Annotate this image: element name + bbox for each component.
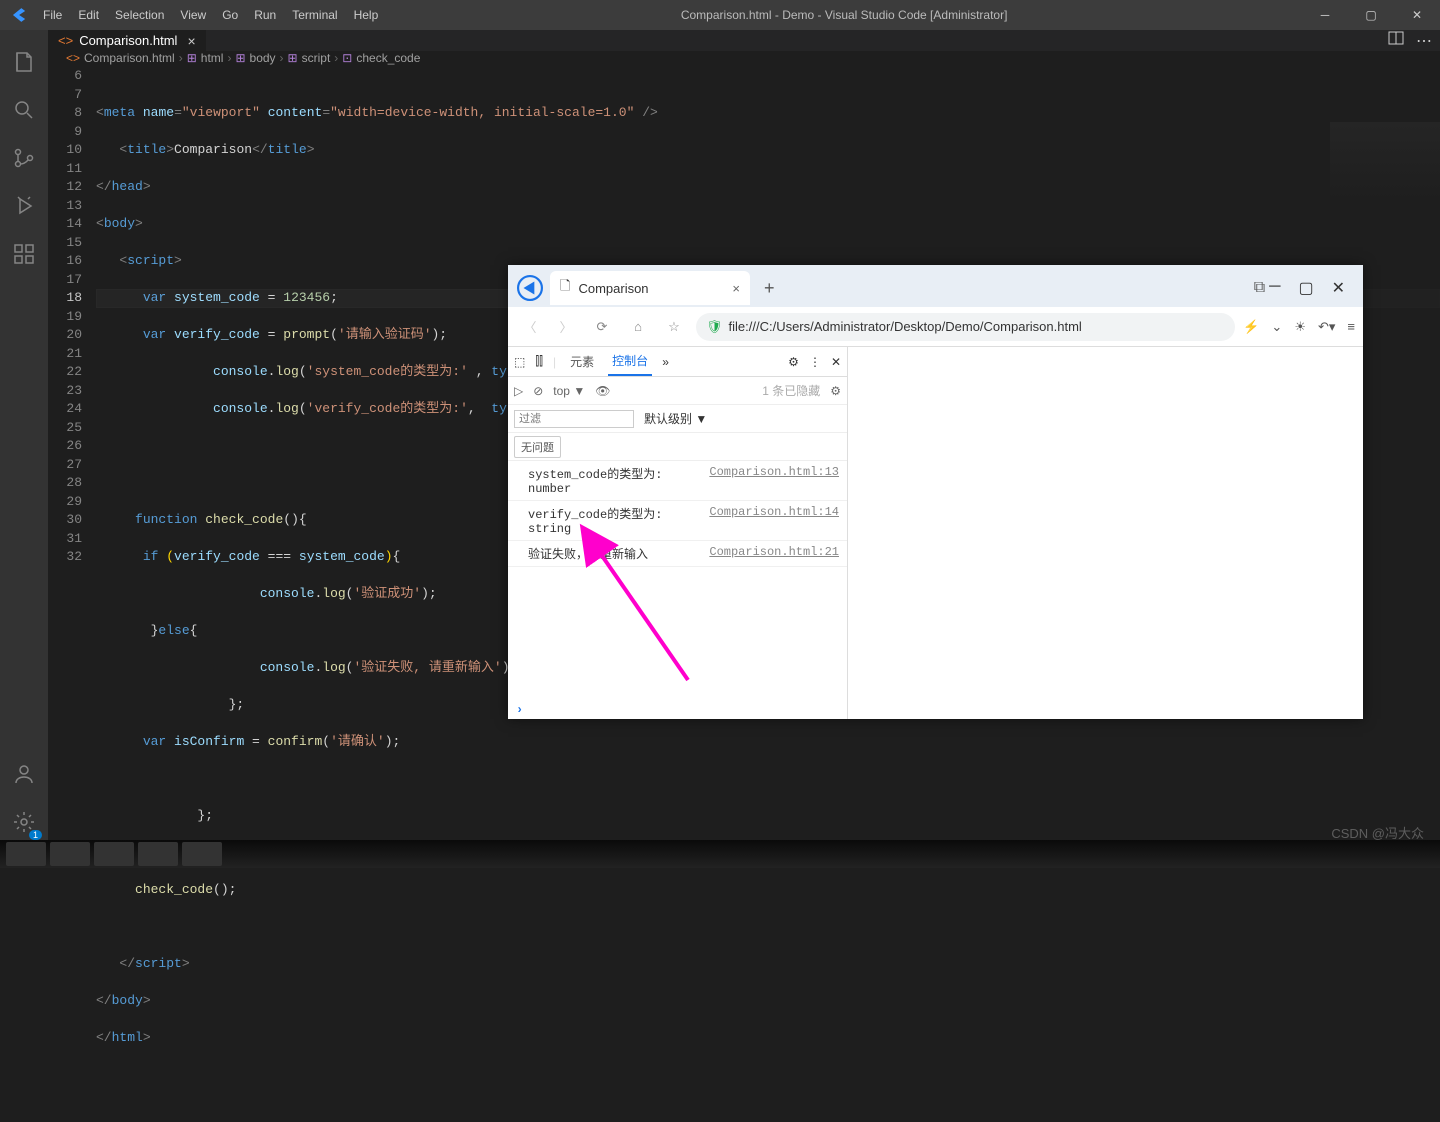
clear-console-icon[interactable]: ⊘: [533, 384, 543, 398]
issues-chip[interactable]: 无问题: [514, 436, 561, 458]
url-input[interactable]: 🛡 file:///C:/Users/Administrator/Desktop…: [696, 313, 1235, 341]
eye-icon[interactable]: 👁: [595, 384, 610, 398]
log-source-link[interactable]: Comparison.html:14: [709, 505, 839, 536]
line-gutter: 6789101112131415161718192021222324252627…: [48, 65, 96, 1122]
settings-gear-icon[interactable]: ⚙: [788, 355, 799, 369]
devtools-close-icon[interactable]: ✕: [831, 355, 841, 369]
devtools-panel: ⬚ ⫿⫿ | 元素 控制台 » ⚙ ⋮ ✕ ▷ ⊘ top ▼ 👁 1 条已隐藏…: [508, 347, 848, 719]
back-button[interactable]: 〈: [516, 313, 544, 341]
minimize-button[interactable]: ─: [1302, 0, 1348, 30]
rendered-page[interactable]: [848, 347, 1363, 719]
tab-search-icon: ⧉: [1254, 279, 1265, 297]
maximize-button[interactable]: ▢: [1348, 0, 1394, 30]
console-issues-bar: 无问题: [508, 433, 847, 461]
breadcrumbs[interactable]: <> Comparison.html› ⊞html› ⊞body› ⊞scrip…: [48, 51, 1440, 65]
menu-go[interactable]: Go: [214, 8, 246, 22]
settings-gear-icon[interactable]: ⚙: [830, 384, 841, 398]
console-log-row: 验证失败，请重新输入 Comparison.html:21: [508, 541, 847, 567]
console-prompt[interactable]: ›: [508, 701, 847, 719]
menu-icon[interactable]: ≡: [1347, 319, 1355, 334]
html-file-icon: <>: [58, 33, 73, 48]
shield-icon: 🛡: [706, 319, 723, 335]
editor-tabs: <> Comparison.html × ⋯: [48, 30, 1440, 51]
split-editor-icon[interactable]: [1388, 30, 1404, 51]
extensions-icon[interactable]: [0, 230, 48, 278]
log-message: verify_code的类型为: string: [528, 505, 662, 536]
browser-maximize-button[interactable]: ▢: [1298, 278, 1313, 298]
log-source-link[interactable]: Comparison.html:21: [709, 545, 839, 562]
log-level-selector[interactable]: 默认级别 ▼: [644, 410, 707, 427]
filter-input[interactable]: [514, 410, 634, 428]
tab-close-icon[interactable]: ×: [187, 33, 195, 49]
console-log-row: system_code的类型为: number Comparison.html:1…: [508, 461, 847, 501]
browser-close-button[interactable]: ✕: [1332, 278, 1345, 298]
close-button[interactable]: ✕: [1394, 0, 1440, 30]
taskbar-item[interactable]: [50, 842, 90, 866]
windows-taskbar[interactable]: [0, 840, 1440, 868]
log-source-link[interactable]: Comparison.html:13: [709, 465, 839, 496]
tab-console[interactable]: 控制台: [608, 347, 652, 376]
reload-button[interactable]: ⟳: [588, 313, 616, 341]
theme-icon[interactable]: ☀: [1294, 319, 1306, 335]
app-menu: File Edit Selection View Go Run Terminal…: [35, 8, 386, 22]
inspect-icon[interactable]: ⬚: [514, 355, 525, 369]
taskbar-item[interactable]: [138, 842, 178, 866]
taskbar-item[interactable]: [94, 842, 134, 866]
hidden-count: 1 条已隐藏: [762, 382, 820, 399]
page-icon: 🗋: [560, 277, 570, 299]
window-title: Comparison.html - Demo - Visual Studio C…: [386, 8, 1302, 22]
menu-file[interactable]: File: [35, 8, 70, 22]
taskbar-item[interactable]: [182, 842, 222, 866]
forward-button[interactable]: 〉: [552, 313, 580, 341]
menu-selection[interactable]: Selection: [107, 8, 172, 22]
browser-tab-title: Comparison: [578, 281, 648, 296]
new-tab-button[interactable]: +: [754, 278, 785, 299]
home-button[interactable]: ⌂: [624, 313, 652, 341]
restore-icon[interactable]: ↶▾: [1318, 319, 1335, 335]
console-filter-bar: 默认级别 ▼: [508, 405, 847, 433]
chevron-down-icon[interactable]: ⌄: [1271, 319, 1282, 335]
log-message: 验证失败，请重新输入: [528, 545, 648, 562]
console-output: system_code的类型为: number Comparison.html:1…: [508, 461, 847, 701]
explorer-icon[interactable]: [0, 38, 48, 86]
context-selector[interactable]: top ▼: [553, 384, 585, 398]
html-file-icon: <>: [66, 51, 80, 65]
console-log-row: verify_code的类型为: string Comparison.html:1…: [508, 501, 847, 541]
log-message: system_code的类型为: number: [528, 465, 662, 496]
menu-help[interactable]: Help: [346, 8, 387, 22]
source-control-icon[interactable]: [0, 134, 48, 182]
menu-edit[interactable]: Edit: [70, 8, 107, 22]
settings-gear-icon[interactable]: 1: [0, 798, 48, 846]
more-tabs-icon[interactable]: »: [662, 355, 669, 369]
tab-elements[interactable]: 元素: [566, 347, 598, 376]
device-toggle-icon[interactable]: ⫿⫿: [535, 354, 543, 369]
browser-minimize-button[interactable]: ─: [1269, 278, 1280, 298]
favorite-button[interactable]: ☆: [660, 313, 688, 341]
menu-run[interactable]: Run: [246, 8, 284, 22]
flash-icon[interactable]: ⚡: [1243, 319, 1259, 335]
browser-tab[interactable]: 🗋 Comparison ×: [550, 271, 750, 305]
tab-close-icon[interactable]: ×: [732, 281, 740, 296]
search-icon[interactable]: [0, 86, 48, 134]
vscode-logo-icon: [0, 7, 35, 23]
url-text: file:///C:/Users/Administrator/Desktop/D…: [729, 319, 1082, 334]
tab-label: Comparison.html: [79, 33, 177, 48]
play-icon[interactable]: ▷: [514, 384, 523, 398]
activity-bar: 1: [0, 30, 48, 846]
browser-tab-bar: 🗋 Comparison × + ⧉ ─ ▢ ✕: [508, 265, 1363, 307]
devtools-tabs: ⬚ ⫿⫿ | 元素 控制台 » ⚙ ⋮ ✕: [508, 347, 847, 377]
more-actions-icon[interactable]: ⋯: [1416, 31, 1432, 51]
browser-window: 🗋 Comparison × + ⧉ ─ ▢ ✕ 〈 〉 ⟳ ⌂ ☆ 🛡 fil…: [508, 265, 1363, 719]
account-icon[interactable]: [0, 750, 48, 798]
browser-address-bar: 〈 〉 ⟳ ⌂ ☆ 🛡 file:///C:/Users/Administrat…: [508, 307, 1363, 347]
kebab-icon[interactable]: ⋮: [809, 355, 821, 369]
console-toolbar: ▷ ⊘ top ▼ 👁 1 条已隐藏 ⚙: [508, 377, 847, 405]
menu-view[interactable]: View: [172, 8, 214, 22]
tab-comparison[interactable]: <> Comparison.html ×: [48, 30, 207, 51]
menu-terminal[interactable]: Terminal: [284, 8, 345, 22]
browser-profile-icon[interactable]: [514, 272, 546, 304]
window-titlebar: File Edit Selection View Go Run Terminal…: [0, 0, 1440, 30]
run-debug-icon[interactable]: [0, 182, 48, 230]
taskbar-item[interactable]: [6, 842, 46, 866]
